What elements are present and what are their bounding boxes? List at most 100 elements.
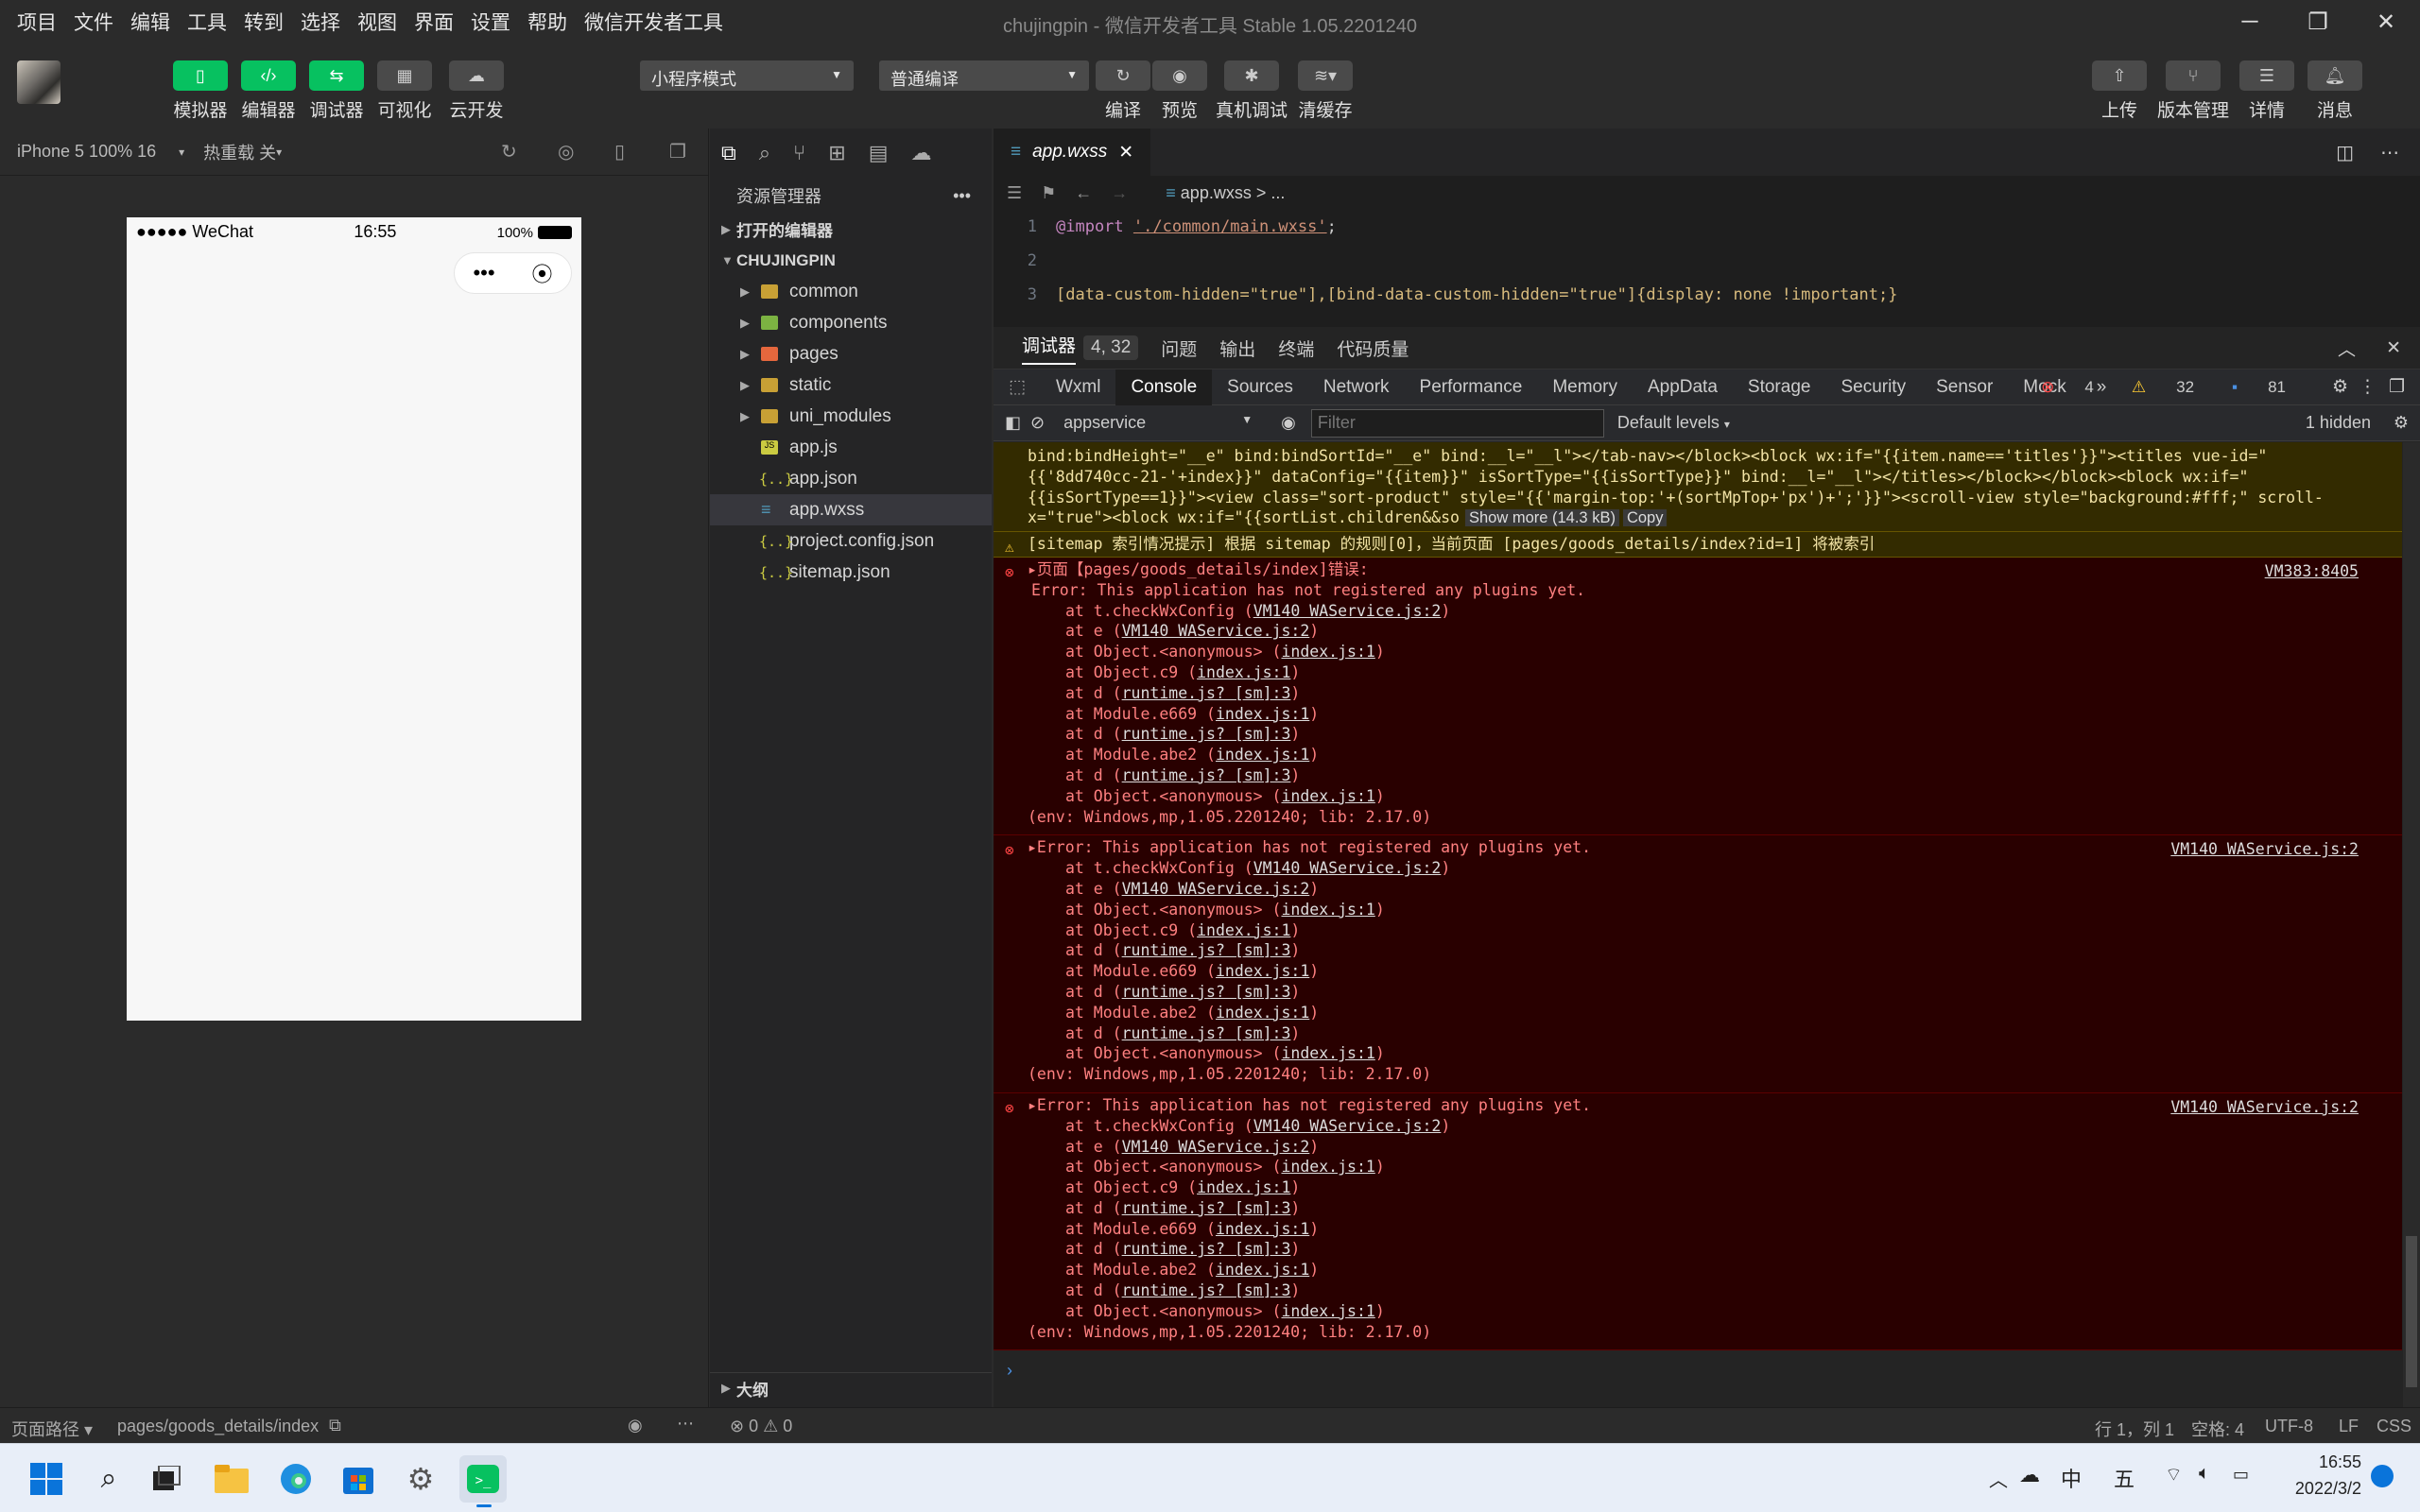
stack-frame-link[interactable]: VM140 WAService.js:2 <box>1122 622 1310 640</box>
outline-section[interactable]: ▶ 大纲 <box>710 1372 992 1403</box>
bookmark-icon[interactable]: ⚑ <box>1041 183 1056 203</box>
tab-security[interactable]: Security <box>1825 369 1921 405</box>
split-editor-icon[interactable]: ◫ <box>2336 141 2354 164</box>
clear-console-icon[interactable]: ⊘ <box>1030 413 1045 433</box>
stop-icon[interactable]: ◎ <box>558 140 574 163</box>
file-explorer-icon[interactable] <box>208 1455 255 1503</box>
indentation[interactable]: 空格: 4 <box>2191 1417 2244 1441</box>
line-ending[interactable]: LF <box>2339 1417 2359 1436</box>
forward-icon[interactable]: → <box>1111 183 1128 203</box>
clock-date[interactable]: 2022/3/2 <box>2267 1479 2361 1499</box>
copy-button[interactable]: Copy <box>1622 509 1668 527</box>
files-icon[interactable]: ⧉ <box>721 141 736 165</box>
show-more-button[interactable]: Show more (14.3 kB) <box>1464 509 1619 527</box>
menu-item[interactable]: 选择 <box>301 8 340 36</box>
stack-frame-link[interactable]: index.js:1 <box>1197 921 1290 939</box>
cursor-position[interactable]: 行 1，列 1 <box>2095 1417 2174 1441</box>
menu-item[interactable]: 编辑 <box>130 8 170 36</box>
search-icon[interactable]: ⌕ <box>759 141 770 165</box>
stack-frame-link[interactable]: runtime.js? [sm]:3 <box>1122 684 1291 702</box>
version-control-button[interactable]: ⑂ 版本管理 <box>2157 60 2229 122</box>
code-line[interactable]: 3 [data-custom-hidden="true"],[bind-data-… <box>994 278 2420 312</box>
file-app-json[interactable]: {..} app.json <box>710 463 992 494</box>
error-heading[interactable]: ▸页面【pages/goods_details/index]错误: <box>1028 559 2383 580</box>
git-icon[interactable]: ⑂ <box>793 141 805 165</box>
device-select[interactable]: iPhone 5 100% 16 <box>17 142 156 162</box>
console-error[interactable]: ⊗ VM383:8405 ▸页面【pages/goods_details/index… <box>994 557 2402 836</box>
menu-item[interactable]: 项目 <box>17 8 57 36</box>
context-select[interactable]: appservice ▼ <box>1063 413 1253 433</box>
folder-pages[interactable]: ▶ pages <box>710 338 992 369</box>
stack-frame-link[interactable]: VM140 WAService.js:2 <box>1253 1117 1442 1135</box>
tab-app-wxss[interactable]: ≡ app.wxss ✕ <box>994 129 1151 176</box>
tab-network[interactable]: Network <box>1308 369 1405 405</box>
stack-frame-link[interactable]: VM140 WAService.js:2 <box>1122 1138 1310 1156</box>
notification-icon[interactable] <box>2371 1465 2394 1487</box>
project-section[interactable]: ▼ CHUJINGPIN <box>710 245 992 276</box>
file-app-wxss[interactable]: ≡ app.wxss <box>710 494 992 525</box>
stack-frame-link[interactable]: runtime.js? [sm]:3 <box>1122 725 1291 743</box>
rotate-icon[interactable]: ↻ <box>501 140 517 163</box>
menu-item[interactable]: 微信开发者工具 <box>584 8 723 36</box>
window-icon[interactable]: ❐ <box>669 140 686 163</box>
file-project-config[interactable]: {..} project.config.json <box>710 525 992 557</box>
inspect-icon[interactable]: ⬚ <box>994 369 1041 405</box>
console-output[interactable]: bind:bindHeight="__e" bind:bindSortId="_… <box>994 442 2402 1406</box>
storage-icon[interactable]: ▤ <box>869 141 889 165</box>
ime-indicator[interactable]: 中 <box>2061 1463 2082 1493</box>
device-icon[interactable]: ▯ <box>614 140 625 163</box>
menu-item[interactable]: 帮助 <box>527 8 567 36</box>
tab-memory[interactable]: Memory <box>1537 369 1633 405</box>
more-icon[interactable]: ••• <box>473 261 494 285</box>
store-icon[interactable] <box>335 1455 382 1503</box>
menu-item[interactable]: 设置 <box>471 8 510 36</box>
more-icon[interactable]: ⋯ <box>677 1414 694 1434</box>
code-line[interactable]: 2 <box>994 244 2420 278</box>
maximize-button[interactable]: ❐ <box>2284 0 2352 43</box>
console-filter-input[interactable] <box>1310 408 1604 438</box>
folder-static[interactable]: ▶ static <box>710 369 992 401</box>
stack-frame-link[interactable]: runtime.js? [sm]:3 <box>1122 1024 1291 1042</box>
error-source-link[interactable]: VM383:8405 <box>2265 561 2359 582</box>
more-actions-icon[interactable]: ••• <box>953 186 971 206</box>
stack-frame-link[interactable]: index.js:1 <box>1216 1261 1309 1279</box>
tab-problems[interactable]: 问题 <box>1161 335 1197 361</box>
compile-mode-select[interactable]: 普通编译 ▼ <box>879 60 1089 91</box>
stack-frame-link[interactable]: index.js:1 <box>1216 705 1309 723</box>
stack-frame-link[interactable]: index.js:1 <box>1281 1044 1374 1062</box>
menu-item[interactable]: 视图 <box>357 8 397 36</box>
stack-frame-link[interactable]: VM140 WAService.js:2 <box>1122 880 1310 898</box>
stack-frame-link[interactable]: index.js:1 <box>1216 1004 1309 1022</box>
file-sitemap[interactable]: {..} sitemap.json <box>710 557 992 588</box>
folder-uni-modules[interactable]: ▶ uni_modules <box>710 401 992 432</box>
upload-button[interactable]: ⇧ 上传 <box>2091 60 2148 122</box>
tab-terminal[interactable]: 终端 <box>1278 335 1314 361</box>
tab-appdata[interactable]: AppData <box>1633 369 1733 405</box>
stack-frame-link[interactable]: runtime.js? [sm]:3 <box>1122 983 1291 1001</box>
stack-frame-link[interactable]: runtime.js? [sm]:3 <box>1122 941 1291 959</box>
stack-frame-link[interactable]: index.js:1 <box>1197 1178 1290 1196</box>
file-app-js[interactable]: JS app.js <box>710 432 992 463</box>
back-icon[interactable]: ← <box>1075 183 1092 203</box>
stack-frame-link[interactable]: index.js:1 <box>1216 746 1309 764</box>
console-scrollbar[interactable] <box>2403 442 2420 1416</box>
error-source-link[interactable]: VM140 WAService.js:2 <box>2170 1097 2359 1118</box>
cloud-icon[interactable]: ☁ <box>910 141 931 165</box>
code-line[interactable]: 1 @import './common/main.wxss'; <box>994 210 2420 244</box>
wifi-icon[interactable]: ⌔ <box>2165 1463 2183 1486</box>
edge-browser-icon[interactable] <box>272 1455 320 1503</box>
messages-button[interactable]: 🔔︎ 消息 <box>2307 60 2363 122</box>
simulator-toggle-button[interactable]: ▯ 模拟器 <box>172 60 229 122</box>
live-expression-icon[interactable]: ◉ <box>1281 413 1296 433</box>
folder-common[interactable]: ▶ common <box>710 276 992 307</box>
stack-frame-link[interactable]: index.js:1 <box>1281 643 1374 661</box>
tab-performance[interactable]: Performance <box>1405 369 1538 405</box>
copy-path-icon[interactable]: ⧉ <box>329 1416 341 1435</box>
battery-icon[interactable]: ▭ <box>2233 1465 2249 1485</box>
list-icon[interactable]: ☰ <box>1007 183 1022 203</box>
stack-frame-link[interactable]: runtime.js? [sm]:3 <box>1122 1240 1291 1258</box>
collapse-panel-icon[interactable]: ︿ <box>2338 335 2356 361</box>
undock-icon[interactable]: ❐ <box>2374 369 2420 405</box>
compile-button[interactable]: ↻ 编译 <box>1095 60 1151 122</box>
settings-gear-icon[interactable]: ⚙ <box>397 1455 444 1503</box>
